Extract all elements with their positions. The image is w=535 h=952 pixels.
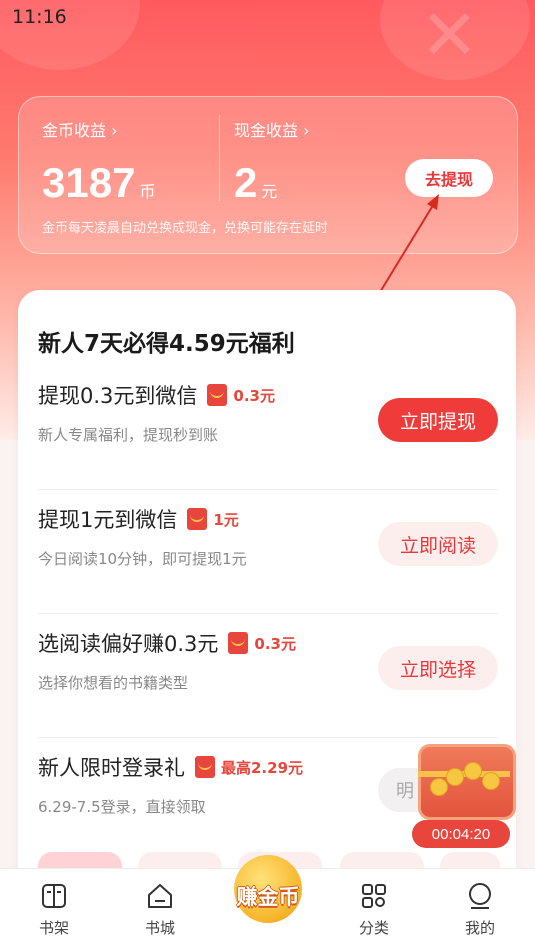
red-packet-icon <box>207 384 228 406</box>
task-name: 选阅读偏好赚0.3元 0.3元 <box>38 628 296 658</box>
category-icon <box>362 884 386 908</box>
earnings-note: 金币每天凌晨自动兑换成现金，兑换可能存在延时 <box>42 221 329 236</box>
task-name-text: 提现1元到微信 <box>38 508 178 532</box>
nav-category[interactable]: 分类 <box>334 881 414 938</box>
treasure-chest-widget[interactable]: 00:04:20 <box>412 738 520 848</box>
task-name-text: 提现0.3元到微信 <box>38 384 198 408</box>
nav-profile[interactable]: 我的 <box>440 881 520 938</box>
earnings-divider <box>219 115 220 201</box>
task-reward: 0.3元 <box>254 634 296 653</box>
divider <box>38 489 498 490</box>
coin-earnings[interactable]: 金币收益 › <box>42 117 118 141</box>
bookshelf-icon <box>42 884 66 908</box>
nav-bookstore[interactable]: 书城 <box>120 881 200 938</box>
read-now-button[interactable]: 立即阅读 <box>378 522 498 566</box>
red-packet-icon <box>187 508 208 530</box>
cash-earnings[interactable]: 现金收益 › <box>234 117 310 141</box>
nav-earn-coins[interactable]: 赚金币 <box>220 855 316 935</box>
task-name: 提现0.3元到微信 0.3元 <box>38 380 275 410</box>
nav-label: 我的 <box>464 919 495 937</box>
red-packet-icon <box>228 632 249 654</box>
cash-unit: 元 <box>261 182 278 201</box>
task-reward: 1元 <box>213 510 239 529</box>
task-description: 新人专属福利，提现秒到账 <box>38 426 219 444</box>
coin-earnings-value: 3187 币 <box>42 159 155 207</box>
coin-icon <box>446 768 464 786</box>
task-name: 新人限时登录礼 最高2.29元 <box>38 752 303 782</box>
task-name-text: 选阅读偏好赚0.3元 <box>38 632 219 656</box>
task-item: 提现1元到微信 1元 今日阅读10分钟，即可提现1元 立即阅读 <box>38 504 498 614</box>
bottom-nav: 书架 书城 赚金币 分类 我的 <box>0 855 535 952</box>
coin-unit: 币 <box>139 182 156 201</box>
nav-label: 书城 <box>144 919 175 937</box>
divider <box>38 613 498 614</box>
task-item: 选阅读偏好赚0.3元 0.3元 选择你想看的书籍类型 立即选择 <box>38 628 498 738</box>
cash-value: 2 <box>234 159 258 206</box>
bookstore-icon <box>148 884 172 908</box>
nav-label: 赚金币 <box>236 885 300 909</box>
cash-earnings-value: 2元 <box>234 159 277 207</box>
nav-bookshelf[interactable]: 书架 <box>14 881 94 938</box>
task-item: 提现0.3元到微信 0.3元 新人专属福利，提现秒到账 立即提现 <box>38 380 498 490</box>
task-reward: 最高2.29元 <box>221 758 304 777</box>
select-now-button[interactable]: 立即选择 <box>378 646 498 690</box>
nav-label: 分类 <box>358 919 389 937</box>
status-bar-time: 11:16 <box>12 6 67 28</box>
task-name-text: 新人限时登录礼 <box>38 756 185 780</box>
coin-icon <box>482 772 500 790</box>
task-name: 提现1元到微信 1元 <box>38 504 239 534</box>
cash-earnings-label[interactable]: 现金收益 › <box>234 117 310 141</box>
task-card-title: 新人7天必得4.59元福利 <box>38 331 295 357</box>
task-description: 今日阅读10分钟，即可提现1元 <box>38 550 247 568</box>
nav-label: 书架 <box>38 919 69 937</box>
coin-icon <box>430 778 448 796</box>
coin-value: 3187 <box>42 159 136 206</box>
coin-earnings-label[interactable]: 金币收益 › <box>42 117 118 141</box>
task-description: 6.29-7.5登录，直接领取 <box>38 798 206 816</box>
withdraw-now-button[interactable]: 立即提现 <box>378 398 498 442</box>
red-packet-icon <box>195 756 215 778</box>
task-description: 选择你想看的书籍类型 <box>38 674 189 692</box>
task-reward: 0.3元 <box>233 386 275 405</box>
decoration-x: ✕ <box>420 0 479 76</box>
treasure-timer: 00:04:20 <box>412 820 510 848</box>
profile-icon <box>469 883 491 909</box>
coin-icon <box>464 762 482 780</box>
